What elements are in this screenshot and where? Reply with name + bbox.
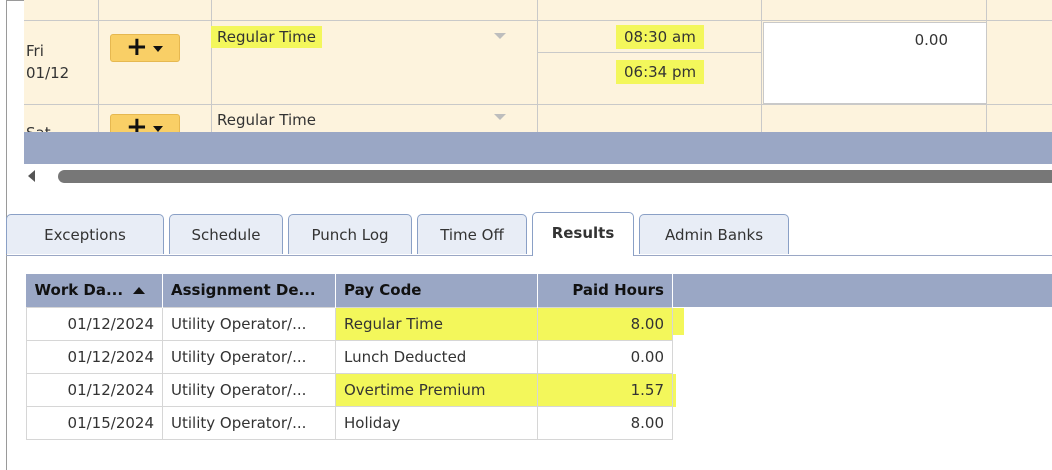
table-row[interactable]: 01/15/2024 Utility Operator/... Holiday … (26, 405, 673, 440)
paid-hours-cell: 8.00 (537, 306, 673, 341)
assignment-cell: Utility Operator/... (162, 306, 336, 341)
chevron-down-icon[interactable] (494, 33, 506, 39)
results-table: Work Da... Assignment De... Pay Code Pai… (26, 274, 673, 440)
tab-schedule[interactable]: Schedule (169, 214, 283, 254)
tab-results[interactable]: Results (532, 212, 634, 256)
table-row[interactable]: 01/12/2024 Utility Operator/... Regular … (26, 306, 673, 341)
day-name: Sat (26, 124, 51, 132)
pay-code-cell: Holiday (335, 405, 538, 440)
paid-hours-cell: 8.00 (537, 405, 673, 440)
work-date-cell: 01/12/2024 (26, 306, 163, 341)
column-header-paid-hours[interactable]: Paid Hours (537, 274, 673, 307)
add-button-body: + (110, 114, 180, 132)
table-row[interactable]: 01/12/2024 Utility Operator/... Lunch De… (26, 339, 673, 374)
detail-tabs: Exceptions Schedule Punch Log Time Off R… (6, 212, 1052, 256)
row-divider (24, 20, 1052, 21)
grid-footer-bar (24, 132, 1052, 164)
tab-punch-log[interactable]: Punch Log (288, 214, 412, 254)
day-date: 01/12 (26, 64, 70, 82)
work-date-cell: 01/12/2024 (26, 372, 163, 407)
row-divider (24, 104, 1052, 105)
timesheet-day-label: Sat (26, 118, 86, 132)
plus-icon: + (126, 114, 148, 132)
chevron-down-icon[interactable] (494, 114, 506, 120)
assignment-cell: Utility Operator/... (162, 405, 336, 440)
pay-code-cell: Regular Time (335, 306, 538, 341)
tab-time-off[interactable]: Time Off (417, 214, 527, 254)
column-header-assignment[interactable]: Assignment De... (162, 274, 336, 307)
scroll-left-icon[interactable] (28, 170, 35, 182)
punch-in-time[interactable]: 08:30 am (616, 25, 704, 49)
horizontal-scrollbar[interactable] (24, 164, 1052, 188)
add-punch-button[interactable]: + (110, 114, 180, 132)
assignment-cell: Utility Operator/... (162, 339, 336, 374)
assignment-cell: Utility Operator/... (162, 372, 336, 407)
header-label: Work Da... (34, 281, 124, 300)
paid-hours-cell: 0.00 (537, 339, 673, 374)
table-row[interactable]: 01/12/2024 Utility Operator/... Overtime… (26, 372, 673, 407)
timesheet-grid: Fri 01/12 + Regular Time 08:30 am 06:34 … (24, 0, 1052, 132)
plus-icon: + (126, 32, 148, 62)
add-punch-button[interactable]: + (110, 32, 180, 62)
punch-out-time[interactable]: 06:34 pm (616, 60, 705, 84)
pay-code-select[interactable]: Regular Time (211, 26, 323, 48)
sort-ascending-icon[interactable] (133, 287, 146, 295)
pay-code-cell: Overtime Premium (335, 372, 538, 407)
hours-value: 0.00 (914, 31, 948, 49)
work-date-cell: 01/15/2024 (26, 405, 163, 440)
punch-divider (537, 52, 761, 53)
column-header-pay-code[interactable]: Pay Code (335, 274, 538, 307)
scrollbar-thumb[interactable] (58, 170, 1052, 183)
chevron-down-icon[interactable] (153, 46, 163, 52)
tab-exceptions[interactable]: Exceptions (6, 214, 164, 254)
paid-hours-cell: 1.57 (537, 372, 673, 407)
day-name: Fri (26, 42, 44, 60)
pay-code-select[interactable]: Regular Time (211, 109, 322, 131)
tab-admin-banks[interactable]: Admin Banks (639, 214, 789, 254)
column-header-work-date[interactable]: Work Da... (26, 274, 163, 307)
pay-code-cell: Lunch Deducted (335, 339, 538, 374)
timesheet-day-label: Fri 01/12 (26, 40, 69, 84)
hours-field[interactable]: 0.00 (763, 22, 987, 104)
work-date-cell: 01/12/2024 (26, 339, 163, 374)
